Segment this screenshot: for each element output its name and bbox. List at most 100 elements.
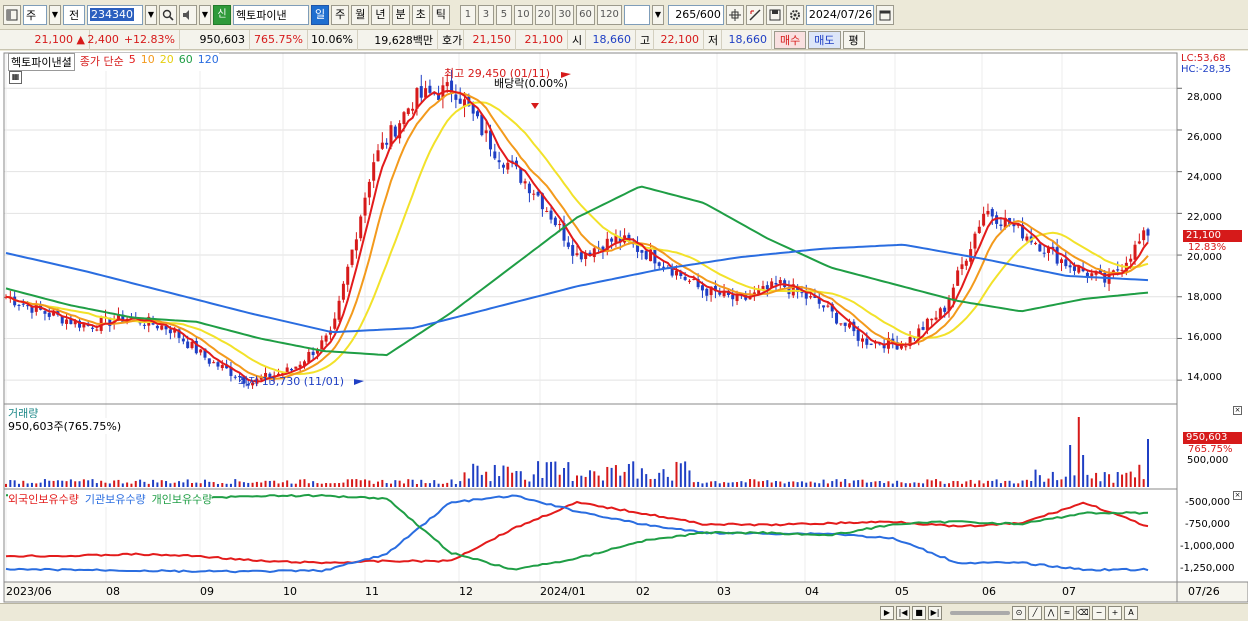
interval-input[interactable] xyxy=(623,4,650,25)
candle-body xyxy=(91,327,95,329)
interval-60[interactable]: 60 xyxy=(576,4,595,25)
crosshair-icon[interactable] xyxy=(725,4,744,25)
code-value: 234340 xyxy=(90,8,134,21)
ma20-label[interactable]: 20 xyxy=(160,53,174,71)
period-day[interactable]: 일 xyxy=(311,4,330,25)
volume-bar xyxy=(1056,480,1059,487)
mode-select[interactable]: 주 xyxy=(23,4,47,25)
line-tool-icon[interactable]: ╱ xyxy=(1028,605,1042,620)
hoga-label: 호가 xyxy=(438,29,464,50)
volume-bar xyxy=(731,482,734,487)
institution-holdings-label[interactable]: 기관보유수량 xyxy=(85,491,146,507)
zoom-out-icon[interactable]: − xyxy=(1092,605,1106,620)
volume-bar xyxy=(887,481,890,487)
interval-1[interactable]: 1 xyxy=(459,4,476,25)
candle-body xyxy=(445,82,449,87)
search-icon[interactable] xyxy=(159,4,177,25)
interval-10[interactable]: 10 xyxy=(513,4,533,25)
interval-20[interactable]: 20 xyxy=(534,4,554,25)
volume-bar xyxy=(935,479,938,487)
eval-button[interactable]: 평 xyxy=(842,30,865,49)
count-input[interactable]: 265/600 xyxy=(667,4,724,25)
ma60-label[interactable]: 60 xyxy=(179,53,193,71)
candle-body xyxy=(181,338,185,342)
volume-close-icon[interactable]: × xyxy=(1233,406,1242,415)
volume-bar xyxy=(926,479,929,487)
period-second[interactable]: 초 xyxy=(411,4,430,25)
interval-dropdown-icon[interactable]: ▼ xyxy=(651,4,664,25)
period-year[interactable]: 년 xyxy=(371,4,390,25)
sell-button[interactable]: 매도 xyxy=(808,30,841,49)
ma10-line xyxy=(5,91,1149,380)
candle-body xyxy=(1072,266,1076,271)
buy-button[interactable]: 매수 xyxy=(774,30,807,49)
volume-bar xyxy=(74,481,77,487)
prev-button[interactable]: 전 xyxy=(63,4,85,25)
volume-bar xyxy=(329,483,332,487)
period-minute[interactable]: 분 xyxy=(391,4,410,25)
volume-bar xyxy=(1090,478,1093,487)
zoom-slider[interactable] xyxy=(950,610,1010,615)
chart-area[interactable]: 헥토파이낸셜 종가 단순 5 10 20 60 120 ▦ LC:53,68 H… xyxy=(0,51,1248,603)
speaker-dropdown-icon[interactable]: ▼ xyxy=(199,4,211,25)
volume-bar xyxy=(294,483,297,487)
volume-bar xyxy=(554,461,557,487)
scroll-right-icon[interactable]: ▶ xyxy=(880,605,894,620)
candle-body xyxy=(1116,269,1120,271)
stock-chart[interactable] xyxy=(0,51,1248,603)
calendar-icon[interactable] xyxy=(875,4,894,25)
volume-bar xyxy=(1043,481,1046,487)
candle-body xyxy=(142,324,146,326)
candle-body xyxy=(385,142,389,145)
volume-bar xyxy=(394,480,397,487)
ma10-label[interactable]: 10 xyxy=(141,53,155,71)
speaker-icon[interactable] xyxy=(179,4,197,25)
panel-stock-name[interactable]: 헥토파이낸셜 xyxy=(8,53,75,71)
volume-bar xyxy=(56,480,59,487)
period-month[interactable]: 월 xyxy=(351,4,370,25)
code-input[interactable]: 234340 xyxy=(87,4,143,25)
code-dropdown-icon[interactable]: ▼ xyxy=(145,4,157,25)
ma5-label[interactable]: 5 xyxy=(129,53,136,71)
date-input[interactable]: 2024/07/26 xyxy=(805,4,874,25)
candle-body xyxy=(921,327,925,330)
volume-bar xyxy=(1125,472,1128,487)
stop-icon[interactable]: ■ xyxy=(912,605,926,620)
text-tool-icon[interactable]: A xyxy=(1124,605,1138,620)
volume-bar xyxy=(467,478,470,487)
mode-dropdown-icon[interactable]: ▼ xyxy=(49,4,61,25)
holdings-close-icon[interactable]: × xyxy=(1233,491,1242,500)
y-tick-14000: 14,000 xyxy=(1187,372,1222,383)
interval-3[interactable]: 3 xyxy=(477,4,494,25)
period-tick[interactable]: 틱 xyxy=(431,4,450,25)
period-week[interactable]: 주 xyxy=(331,4,350,25)
volume-bar xyxy=(143,481,146,487)
window-icon[interactable] xyxy=(3,4,21,25)
scroll-end-icon[interactable]: ▶| xyxy=(928,605,942,620)
interval-5[interactable]: 5 xyxy=(495,4,512,25)
trend-tool-icon[interactable]: ⋀ xyxy=(1044,605,1058,620)
x-label-10: 10 xyxy=(283,585,297,598)
volume-bar xyxy=(909,483,912,487)
volume-bar xyxy=(952,480,955,487)
foreign-holdings-label[interactable]: 외국인보유수량 xyxy=(8,491,79,507)
interval-120[interactable]: 120 xyxy=(596,4,622,25)
candle-body xyxy=(428,85,432,93)
grid-toggle-icon[interactable]: ▦ xyxy=(9,71,22,84)
scroll-start-icon[interactable]: |◀ xyxy=(896,605,910,620)
volume-bar xyxy=(398,480,401,487)
zoom-in-icon[interactable]: + xyxy=(1108,605,1122,620)
fib-tool-icon[interactable]: ≈ xyxy=(1060,605,1074,620)
individual-holdings-label[interactable]: 개인보유수량 xyxy=(152,491,213,507)
volume-bar xyxy=(307,483,310,487)
zoom-tool-icon[interactable]: ⊙ xyxy=(1012,605,1026,620)
candle-body xyxy=(480,114,484,136)
volume-bar xyxy=(917,482,920,487)
gear-icon[interactable] xyxy=(785,4,804,25)
save-icon[interactable] xyxy=(765,4,784,25)
draw-tool-icon[interactable] xyxy=(745,4,764,25)
holdings-tick-2: -750,000 xyxy=(1185,519,1230,530)
erase-tool-icon[interactable]: ⌫ xyxy=(1076,605,1090,620)
ma120-label[interactable]: 120 xyxy=(198,53,219,71)
interval-30[interactable]: 30 xyxy=(555,4,575,25)
